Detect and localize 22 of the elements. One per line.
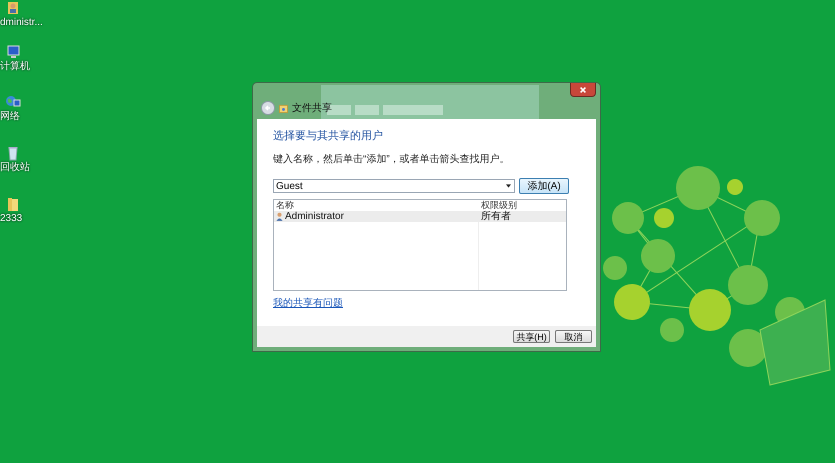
- close-button[interactable]: [570, 83, 596, 97]
- column-header[interactable]: 权限级别: [478, 199, 566, 212]
- table-row[interactable]: Administrator 所有者: [274, 211, 566, 222]
- table-cell: Administrator: [285, 211, 344, 222]
- shared-folder-icon: [279, 104, 288, 112]
- table-cell-text: 所有者: [480, 211, 512, 222]
- user-icon: [276, 212, 283, 221]
- dialog-button[interactable]: 共享(H): [513, 330, 550, 343]
- window-title: 文件共享: [292, 102, 332, 115]
- dropdown-arrow-icon: [506, 184, 511, 188]
- close-icon: [579, 86, 587, 94]
- dialog-button[interactable]: 取消: [555, 330, 592, 343]
- dialog-heading: 选择要与其共享的用户: [273, 128, 384, 143]
- back-button[interactable]: [261, 101, 275, 115]
- computer-icon[interactable]: [5, 44, 21, 60]
- column-header[interactable]: 名称: [274, 199, 478, 212]
- user-name-combobox[interactable]: Guest: [273, 179, 515, 193]
- folder-icon[interactable]: [5, 196, 21, 212]
- user-folder-icon[interactable]: [5, 0, 21, 16]
- instruction-text: 键入名称，然后单击“添加”，或者单击箭头查找用户。: [273, 152, 511, 166]
- help-link[interactable]: 我的共享有问题: [273, 296, 343, 310]
- add-button[interactable]: 添加(A): [519, 178, 569, 194]
